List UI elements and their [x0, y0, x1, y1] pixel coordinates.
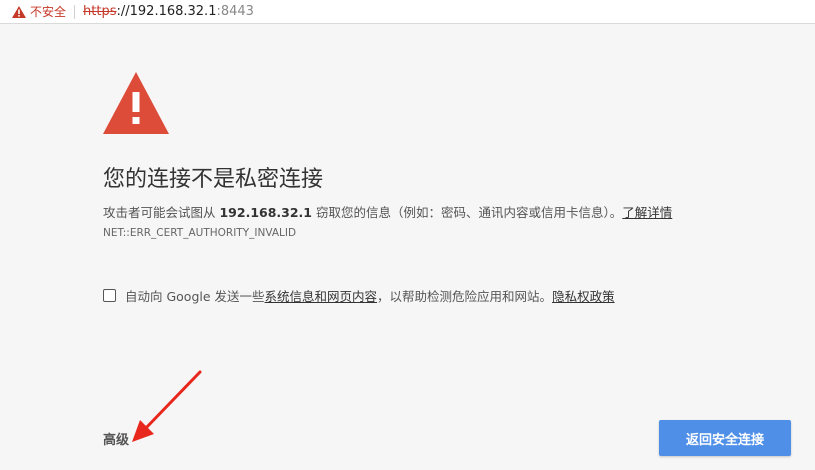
warning-triangle-icon: [12, 5, 26, 18]
annotation-arrow-icon: [132, 370, 202, 442]
privacy-policy-link[interactable]: 隐私权政策: [552, 286, 615, 305]
error-code: NET::ERR_CERT_AUTHORITY_INVALID: [103, 227, 297, 239]
explanation-text: 攻击者可能会试图从 192.168.32.1 窃取您的信息（例如：密码、通讯内容…: [103, 202, 672, 221]
explanation-suffix: 窃取您的信息（例如：密码、通讯内容或信用卡信息）。: [312, 205, 623, 220]
host-ip: 192.168.32.1: [219, 205, 313, 220]
system-info-link[interactable]: 系统信息和网页内容: [265, 286, 378, 305]
url-scheme-separator: ://: [116, 4, 130, 19]
safe-browsing-reporting: 自动向 Google 发送一些 系统信息和网页内容 ，以帮助检测危险应用和网站。 隐私…: [103, 286, 615, 305]
warning-icon: [103, 72, 169, 134]
reporting-middle: ，以帮助检测危险应用和网站。: [377, 289, 553, 304]
address-bar[interactable]: 不安全 https://192.168.32.1:8443: [0, 0, 815, 24]
interstitial-page: 您的连接不是私密连接 攻击者可能会试图从 192.168.32.1 窃取您的信息…: [0, 24, 815, 470]
address-separator: [74, 4, 76, 19]
advanced-button[interactable]: 高级: [103, 429, 129, 448]
security-status-label[interactable]: 不安全: [30, 3, 66, 20]
learn-more-link[interactable]: 了解详情: [622, 205, 672, 220]
url-port: :8443: [216, 4, 254, 19]
url-host: 192.168.32.1: [129, 4, 217, 19]
reporting-checkbox[interactable]: [103, 289, 116, 302]
reporting-prefix: 自动向 Google 发送一些: [125, 289, 265, 304]
explanation-prefix: 攻击者可能会试图从: [103, 205, 220, 220]
back-to-safety-button[interactable]: 返回安全连接: [659, 420, 791, 456]
url-text[interactable]: https://192.168.32.1:8443: [83, 4, 254, 19]
page-title: 您的连接不是私密连接: [103, 167, 324, 192]
url-scheme: https: [83, 4, 117, 19]
